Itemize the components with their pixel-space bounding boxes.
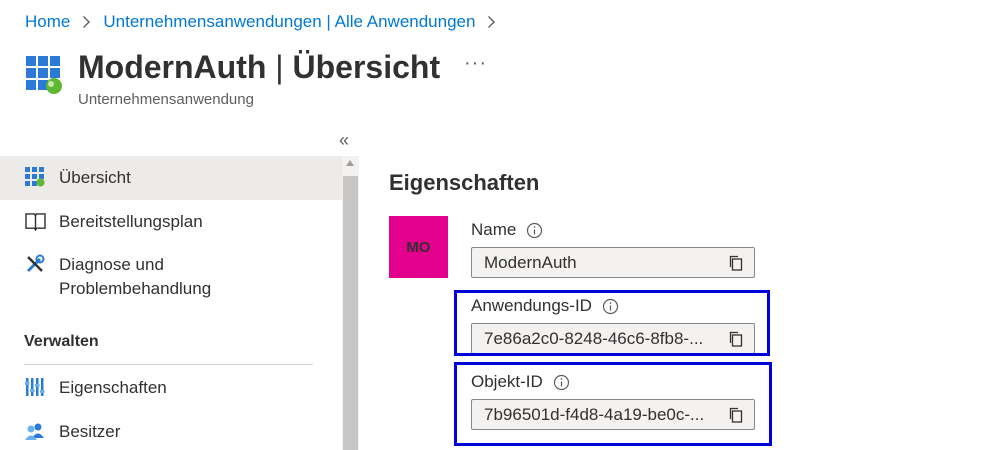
properties-title: Eigenschaften — [389, 170, 540, 195]
name-value[interactable]: ModernAuth — [484, 253, 727, 273]
sidebar-item-deployment-plan[interactable]: Bereitstellungsplan — [0, 200, 342, 240]
highlight-object-id — [454, 362, 772, 446]
scroll-up-arrow-icon[interactable] — [346, 160, 354, 166]
wrench-icon — [24, 253, 46, 275]
name-label-text: Name — [471, 220, 517, 239]
copy-icon[interactable] — [727, 254, 745, 272]
collapse-sidebar-button[interactable]: « — [336, 130, 352, 151]
breadcrumb-enterprise-apps-link[interactable]: Unternehmensanwendungen | Alle Anwendung… — [103, 12, 475, 32]
sidebar: Übersicht Bereitstellungsplan Diagnose u… — [0, 156, 342, 450]
chevron-right-icon — [82, 15, 91, 29]
more-options-button[interactable]: ··· — [464, 52, 487, 75]
properties-icon — [24, 376, 46, 398]
sidebar-item-owners[interactable]: Besitzer — [0, 420, 342, 450]
breadcrumb-home-link[interactable]: Home — [25, 12, 70, 32]
name-field[interactable]: ModernAuth — [471, 247, 755, 278]
sidebar-item-label: Eigenschaften — [59, 378, 167, 397]
sidebar-item-diagnose[interactable]: Diagnose und Problembehandlung — [0, 240, 342, 304]
title-separator: | — [266, 49, 293, 85]
chevron-right-icon — [487, 15, 496, 29]
page-subtitle: Unternehmensanwendung — [78, 91, 254, 108]
sidebar-scrollbar[interactable] — [342, 156, 359, 450]
section-header-manage: Verwalten — [24, 333, 99, 350]
grid-icon — [24, 166, 46, 188]
app-avatar: MO — [389, 216, 448, 278]
sidebar-item-label: Bereitstellungsplan — [59, 212, 203, 231]
highlight-application-id — [454, 290, 770, 356]
info-icon[interactable] — [526, 222, 543, 239]
sidebar-item-label: Diagnose und Problembehandlung — [59, 253, 211, 301]
sidebar-item-properties[interactable]: Eigenschaften — [0, 376, 342, 416]
name-label: Name — [471, 220, 543, 240]
sidebar-item-label: Übersicht — [59, 168, 131, 187]
enterprise-app-icon — [26, 56, 64, 96]
scrollbar-thumb[interactable] — [343, 176, 358, 450]
breadcrumb: Home Unternehmensanwendungen | Alle Anwe… — [25, 10, 508, 34]
book-icon — [24, 210, 46, 232]
section-divider — [24, 364, 313, 365]
page-title: ModernAuth | Übersicht — [78, 47, 440, 87]
owners-icon — [24, 420, 46, 442]
sidebar-item-label-line1: Diagnose und — [59, 255, 164, 274]
page-name: Übersicht — [292, 49, 441, 85]
app-name: ModernAuth — [78, 49, 267, 85]
sidebar-item-label-line2: Problembehandlung — [59, 279, 212, 298]
sidebar-item-label: Besitzer — [59, 422, 121, 441]
sidebar-item-overview[interactable]: Übersicht — [0, 156, 342, 200]
